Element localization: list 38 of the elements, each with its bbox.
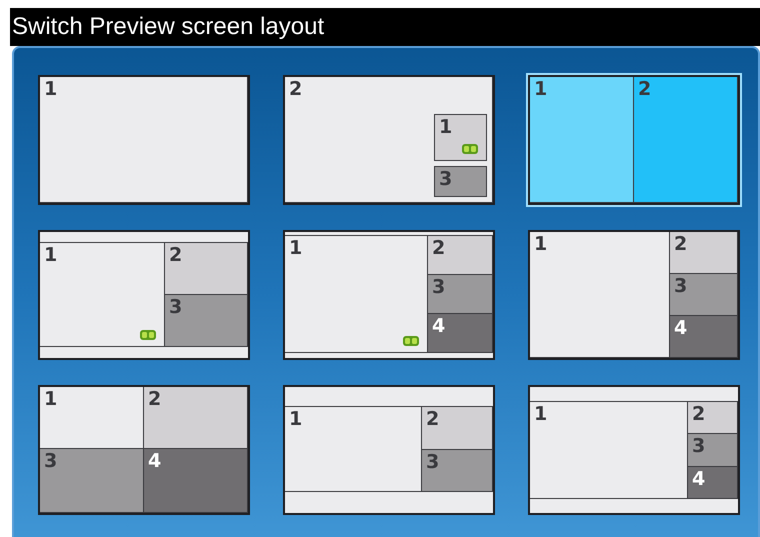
layout-option[interactable]: 1 (38, 75, 250, 205)
pane-number: 1 (44, 246, 58, 265)
screen-title: Switch Preview screen layout (12, 13, 324, 41)
pane-number: 4 (692, 470, 706, 489)
pane-number: 1 (534, 405, 548, 424)
layout-option[interactable]: 1 2 3 4 (283, 230, 495, 360)
pane-number: 3 (169, 298, 182, 317)
pane-number: 2 (674, 235, 688, 254)
pane-number: 2 (289, 80, 302, 99)
pane-number: 2 (638, 80, 652, 99)
layout-option[interactable]: 1 2 3 (283, 385, 495, 515)
pane-number: 2 (432, 239, 446, 258)
layout-option[interactable]: 1 2 3 (38, 230, 250, 360)
layout-option[interactable]: 1 2 3 4 (528, 385, 740, 515)
pane-number: 1 (44, 80, 58, 99)
pane-number: 2 (692, 405, 706, 424)
pane-number: 4 (674, 319, 688, 338)
pane-number: 3 (44, 452, 58, 471)
layout-option[interactable]: 1 2 (528, 75, 740, 205)
pane-number: 3 (674, 277, 688, 296)
pane-number: 4 (148, 452, 162, 471)
pane-number: 1 (289, 410, 302, 429)
pane-number: 1 (534, 80, 548, 99)
layout-option[interactable]: 1 2 3 4 (528, 230, 740, 360)
pane-number: 3 (439, 170, 452, 189)
pane-number: 2 (169, 246, 182, 265)
pane-number: 1 (439, 118, 452, 137)
pane-number: 1 (534, 235, 548, 254)
pane-number: 3 (426, 452, 440, 472)
pane-number: 2 (148, 390, 162, 409)
pane-number: 3 (432, 278, 446, 297)
pane-number: 1 (289, 239, 302, 258)
pane-number: 2 (426, 410, 440, 429)
layout-option[interactable]: 1 2 3 4 (38, 385, 250, 515)
layout-option[interactable]: 2 1 3 (283, 75, 495, 205)
pane-number: 4 (432, 317, 446, 336)
pane-number: 1 (44, 390, 58, 409)
pane-number: 3 (692, 437, 706, 456)
